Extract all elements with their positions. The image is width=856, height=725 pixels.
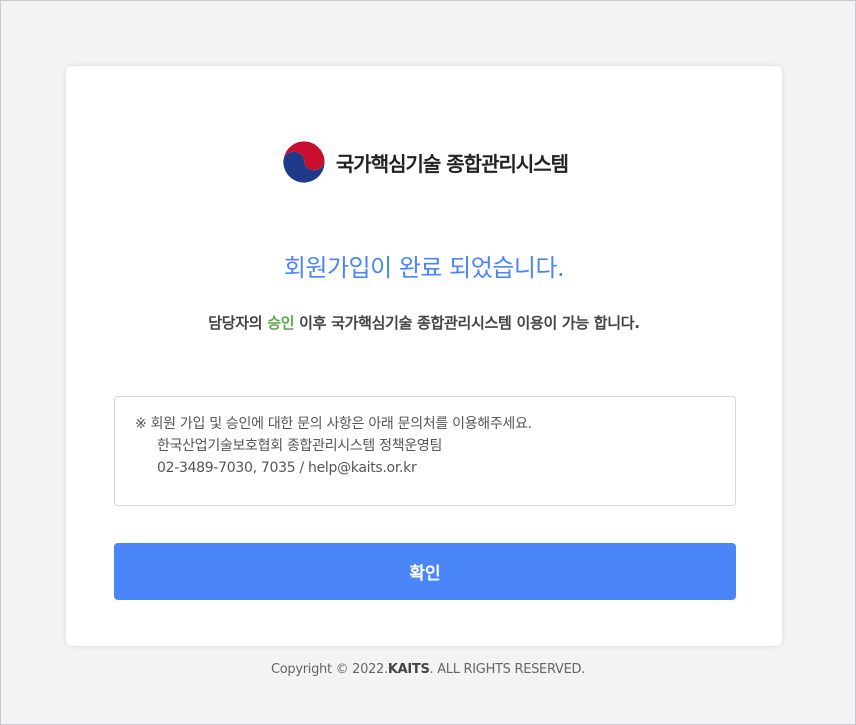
taegeuk-emblem-icon bbox=[280, 139, 327, 185]
signup-complete-card: 국가핵심기술 종합관리시스템 회원가입이 완료 되었습니다. 담당자의 승인 이… bbox=[65, 65, 783, 647]
approval-notice-after: 이후 국가핵심기술 종합관리시스템 이용이 가능 합니다. bbox=[294, 314, 640, 332]
system-logo: 국가핵심기술 종합관리시스템 bbox=[66, 138, 782, 186]
copyright-footer: Copyright © 2022.KAITS. ALL RIGHTS RESER… bbox=[1, 662, 855, 677]
approval-notice-before: 담당자의 bbox=[208, 314, 268, 332]
signup-complete-title: 회원가입이 완료 되었습니다. bbox=[283, 254, 565, 282]
confirm-button[interactable]: 확인 bbox=[114, 543, 736, 600]
contact-notice-box: ※ 회원 가입 및 승인에 대한 문의 사항은 아래 문의처를 이용해주세요. … bbox=[114, 396, 736, 506]
contact-phone-email: 02-3489-7030, 7035 / help@kaits.or.kr bbox=[157, 460, 417, 476]
copyright-prefix: Copyright © 2022. bbox=[270, 662, 388, 677]
copyright-brand: KAITS bbox=[387, 662, 430, 677]
contact-notice-line: ※ 회원 가입 및 승인에 대한 문의 사항은 아래 문의처를 이용해주세요. bbox=[135, 416, 532, 432]
contact-team-name: 한국산업기술보호협회 종합관리시스템 정책운영팀 bbox=[157, 438, 443, 454]
system-name: 국가핵심기술 종합관리시스템 bbox=[335, 151, 569, 176]
approval-notice-text: 담당자의 승인 이후 국가핵심기술 종합관리시스템 이용이 가능 합니다. bbox=[66, 312, 782, 333]
copyright-suffix: . ALL RIGHTS RESERVED. bbox=[429, 662, 586, 677]
approval-highlight: 승인 bbox=[267, 314, 295, 332]
